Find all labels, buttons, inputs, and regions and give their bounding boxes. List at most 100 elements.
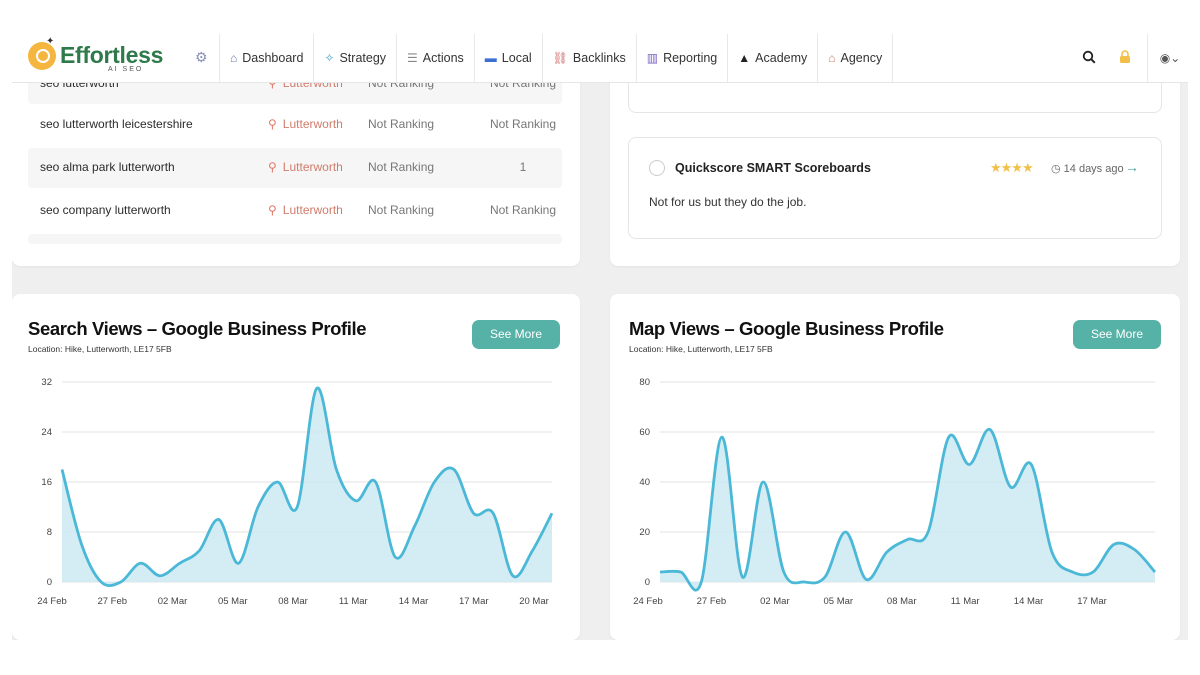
x-tick-label: 11 Mar	[339, 596, 368, 607]
location-text: Lutterworth	[282, 203, 343, 217]
x-tick-label: 27 Feb	[697, 596, 727, 607]
nav-item-dashboard[interactable]: ⌂ Dashboard	[219, 34, 313, 82]
bar-chart-icon: ▥	[646, 51, 659, 65]
see-more-button[interactable]: See More	[1073, 320, 1161, 349]
nav-item-label: Reporting	[663, 51, 718, 65]
map-pin-icon: ⚲	[268, 117, 277, 131]
nav-item-academy[interactable]: ▲ Academy	[727, 34, 817, 82]
series-area	[62, 387, 552, 586]
review-age-text: 14 days ago	[1063, 163, 1124, 175]
x-tick-label: 05 Mar	[823, 596, 853, 607]
y-tick-label: 0	[645, 577, 650, 588]
nav-item-label: Backlinks	[572, 51, 626, 65]
rank-cell: Not Ranking	[489, 203, 557, 217]
gear-icon[interactable]: ⚙	[195, 49, 208, 66]
logo-subtext: AI SEO	[108, 66, 144, 73]
location-cell: ⚲ Lutterworth	[268, 117, 343, 131]
x-tick-label: 20 Mar	[519, 596, 549, 607]
table-row	[28, 234, 562, 244]
y-tick-label: 0	[47, 577, 52, 588]
chart-location: Location: Hike, Lutterworth, LE17 5FB	[629, 344, 773, 354]
table-row: seo alma park lutterworth ⚲ Lutterworth N…	[28, 148, 562, 188]
x-tick-label: 02 Mar	[158, 596, 188, 607]
reviewer-avatar-icon	[649, 160, 665, 176]
location-text: Lutterworth	[282, 117, 343, 131]
rank-cell: Not Ranking	[368, 117, 435, 131]
series-area	[660, 429, 1155, 591]
nav-item-label: Agency	[840, 51, 883, 65]
store-icon: ▬	[484, 51, 497, 65]
keyword-cell: seo lutterworth leicestershire	[40, 117, 193, 131]
strategy-icon: ✧	[324, 51, 335, 65]
arrow-right-icon[interactable]: →	[1125, 159, 1139, 175]
see-more-button[interactable]: See More	[472, 320, 560, 349]
location-cell: ⚲ Lutterworth	[268, 203, 343, 217]
x-tick-label: 17 Mar	[1077, 596, 1107, 607]
nav-item-label: Actions	[422, 51, 464, 65]
review-source: Quickscore SMART Scoreboards	[675, 161, 871, 175]
y-tick-label: 40	[639, 477, 650, 488]
nav-item-label: Dashboard	[242, 51, 304, 65]
x-tick-label: 11 Mar	[951, 596, 980, 607]
y-tick-label: 60	[639, 427, 650, 438]
nav-item-strategy[interactable]: ✧ Strategy	[313, 34, 396, 82]
logo-text: Effortless	[60, 42, 164, 68]
x-tick-label: 08 Mar	[887, 596, 917, 607]
link-icon: ⛓	[552, 51, 568, 65]
keyword-cell: seo company lutterworth	[40, 203, 171, 217]
y-tick-label: 24	[41, 427, 52, 438]
nav-item-label: Academy	[755, 51, 808, 65]
checklist-icon: ☰	[407, 51, 418, 65]
location-cell: ⚲ Lutterworth	[268, 160, 343, 174]
x-tick-label: 05 Mar	[218, 596, 248, 607]
rank-cell: Not Ranking	[368, 160, 435, 174]
top-nav: ✦ Effortless AI SEO ⚙ ⌂ Dashboard ✧ Strate…	[12, 34, 1188, 83]
user-avatar-icon[interactable]: ◉⌄	[1152, 51, 1188, 65]
lock-icon[interactable]	[1107, 49, 1143, 67]
review-age: ◷ 14 days ago	[1051, 162, 1124, 175]
x-tick-label: 14 Mar	[1014, 596, 1044, 607]
agency-icon: ⌂	[828, 51, 836, 65]
y-tick-label: 16	[41, 477, 52, 488]
location-text: Lutterworth	[282, 160, 343, 174]
x-tick-label: 08 Mar	[278, 596, 308, 607]
nav-item-label: Local	[501, 51, 532, 65]
x-tick-label: 17 Mar	[459, 596, 489, 607]
y-tick-label: 80	[639, 377, 650, 388]
x-tick-label: 14 Mar	[399, 596, 429, 607]
nav-item-actions[interactable]: ☰ Actions	[396, 34, 474, 82]
logo[interactable]: ✦ Effortless AI SEO	[28, 36, 188, 80]
nav-item-backlinks[interactable]: ⛓ Backlinks	[541, 34, 636, 82]
nav-item-agency[interactable]: ⌂ Agency	[817, 34, 894, 82]
star-rating: ★★★★	[990, 160, 1034, 175]
nav-item-reporting[interactable]: ▥ Reporting	[635, 34, 728, 82]
app-frame: ✦ Effortless AI SEO ⚙ ⌂ Dashboard ✧ Strate…	[12, 34, 1188, 640]
chart-location: Location: Hike, Lutterworth, LE17 5FB	[28, 344, 172, 354]
sparkle-icon: ✦	[46, 36, 55, 47]
y-tick-label: 20	[639, 527, 650, 538]
nav-item-local[interactable]: ▬ Local	[473, 34, 542, 82]
divider	[1147, 34, 1148, 82]
nav-right: ◉⌄	[1071, 34, 1188, 82]
home-icon: ⌂	[230, 51, 238, 65]
y-tick-label: 32	[41, 377, 52, 388]
map-views-card: Map Views – Google Business Profile Loca…	[610, 294, 1180, 640]
table-row: seo lutterworth leicestershire ⚲ Lutterwo…	[28, 105, 562, 145]
search-icon[interactable]	[1071, 50, 1107, 67]
review-item[interactable]: Quickscore SMART Scoreboards ★★★★ ◷ 14 d…	[628, 137, 1162, 239]
map-pin-icon: ⚲	[268, 203, 277, 217]
x-tick-label: 24 Feb	[633, 596, 663, 607]
keyword-cell: seo alma park lutterworth	[40, 160, 175, 174]
nav-menu: ⌂ Dashboard ✧ Strategy ☰ Actions ▬ Local ⛓ Ba…	[219, 34, 894, 82]
table-row: seo company lutterworth ⚲ Lutterworth Not…	[28, 191, 562, 231]
review-text: Not for us but they do the job.	[649, 195, 807, 209]
y-tick-label: 8	[47, 527, 52, 538]
nav-item-label: Strategy	[339, 51, 387, 65]
rank-cell: Not Ranking	[489, 117, 557, 131]
search-views-card: Search Views – Google Business Profile L…	[12, 294, 580, 640]
rank-cell: Not Ranking	[368, 203, 435, 217]
x-tick-label: 02 Mar	[760, 596, 790, 607]
rank-cell: 1	[519, 160, 527, 174]
chart-title: Search Views – Google Business Profile	[28, 318, 367, 339]
map-pin-icon: ⚲	[268, 160, 277, 174]
